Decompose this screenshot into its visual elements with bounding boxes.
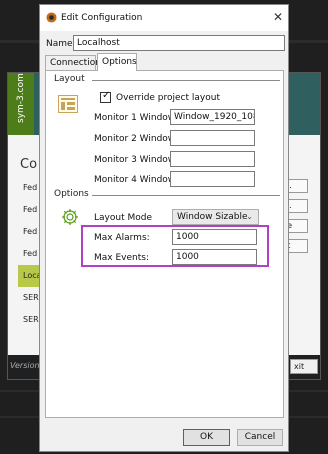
- gear-icon: [62, 209, 78, 225]
- monitor-4-label: Monitor 4 Window:: [94, 175, 178, 185]
- monitor-4-window-field[interactable]: [170, 171, 255, 187]
- max-events-label: Max Events:: [94, 253, 149, 263]
- chevron-down-icon: ⌄: [246, 212, 253, 221]
- name-field[interactable]: Localhost: [73, 35, 285, 51]
- checkmark-icon: ✓: [102, 90, 111, 101]
- layout-mode-label: Layout Mode: [94, 213, 152, 223]
- dialog-title-bar[interactable]: Edit Configuration ✕: [40, 5, 288, 31]
- override-layout-checkbox[interactable]: ✓: [100, 90, 111, 103]
- layout-icon: [58, 95, 78, 113]
- layout-group-label: Layout: [52, 74, 87, 84]
- edit-configuration-dialog: Edit Configuration ✕ Name: Localhost Con…: [39, 4, 289, 452]
- exit-button[interactable]: xit: [290, 359, 318, 374]
- options-panel: Layout ✓ Override project layout Monitor…: [45, 70, 284, 418]
- group-divider: [92, 195, 280, 196]
- tab-options[interactable]: Options: [97, 53, 137, 71]
- brand-bar: sym-3.com: [8, 73, 34, 135]
- layout-mode-value: Window Sizable: [177, 212, 248, 222]
- monitor-2-window-field[interactable]: [170, 130, 255, 146]
- monitor-2-label: Monitor 2 Window:: [94, 134, 178, 144]
- options-group-label: Options: [52, 189, 91, 199]
- monitor-3-label: Monitor 3 Window:: [94, 155, 178, 165]
- group-divider: [92, 80, 280, 81]
- dialog-title: Edit Configuration: [61, 13, 143, 23]
- ok-button[interactable]: OK: [183, 429, 230, 446]
- background-heading: Co: [20, 157, 38, 172]
- app-logo-icon: [46, 12, 57, 23]
- monitor-1-label: Monitor 1 Window:: [94, 113, 178, 123]
- monitor-3-window-field[interactable]: [170, 151, 255, 167]
- override-layout-label: Override project layout: [116, 93, 220, 103]
- version-label: Version: [10, 361, 40, 370]
- layout-mode-dropdown[interactable]: Window Sizable ⌄: [172, 209, 259, 225]
- name-label: Name:: [46, 39, 76, 49]
- cancel-button[interactable]: Cancel: [237, 429, 283, 446]
- tab-connections[interactable]: Connections: [45, 55, 106, 70]
- brand-text: sym-3.com: [16, 73, 26, 123]
- close-icon[interactable]: ✕: [273, 10, 283, 24]
- max-alarms-label: Max Alarms:: [94, 233, 150, 243]
- monitor-1-window-field[interactable]: Window_1920_1080: [170, 109, 255, 125]
- max-alarms-field[interactable]: 1000: [172, 229, 257, 245]
- max-events-field[interactable]: 1000: [172, 249, 257, 265]
